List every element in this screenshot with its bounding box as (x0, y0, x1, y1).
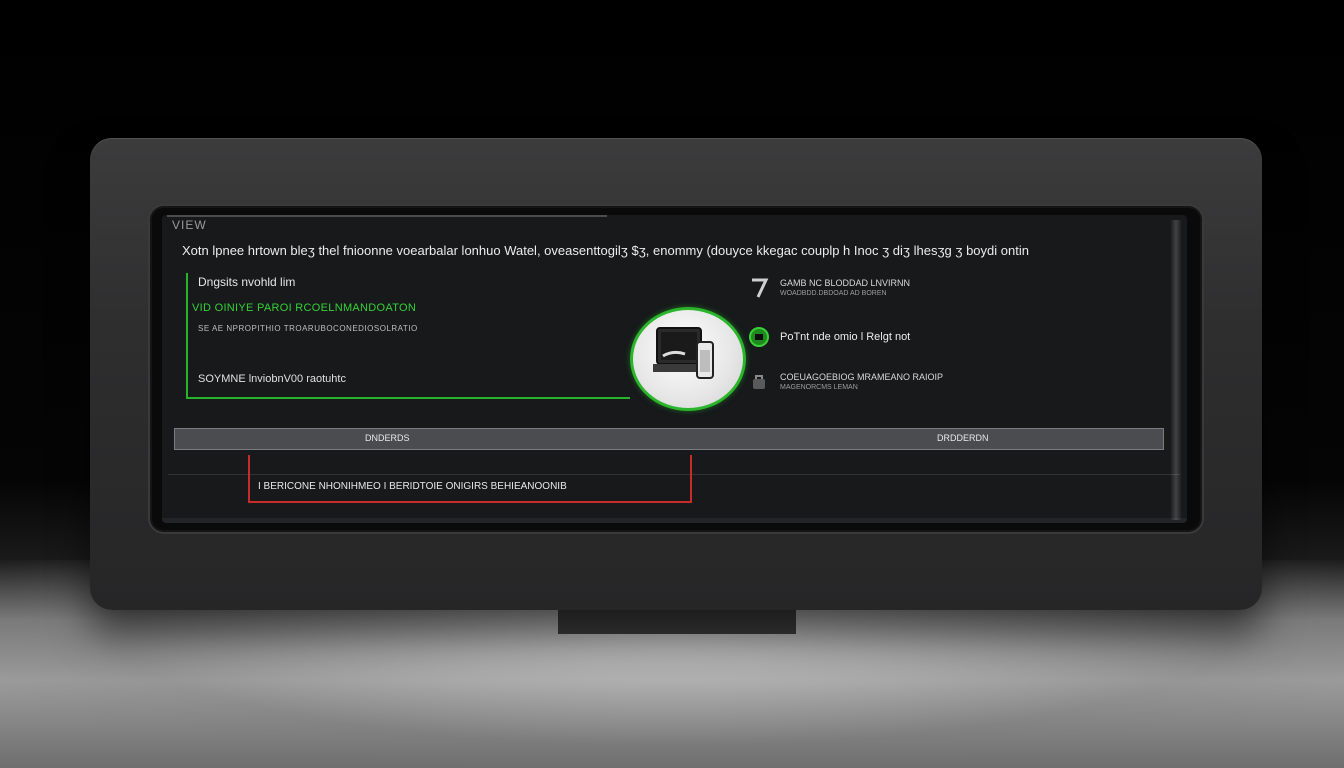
action-bar-left-label[interactable]: DNDERDS (365, 433, 410, 443)
info-panel-title: Dngsits nvohld lim (198, 275, 296, 289)
app-logo: VIEW (172, 218, 207, 232)
alert-text: I BERICONE NHONIHMEO I BERIDTOIE ONIGIRS… (258, 481, 567, 492)
right-item-1[interactable]: GAMB NC BLODDAD LNVIRNN WOADBDD.DBDOAD A… (748, 277, 910, 299)
right-item-3-subtitle: MAGENORCMS LEMAN (780, 384, 858, 391)
right-item-2-title: PoTnt nde omio l Relgt not (780, 331, 911, 343)
alert-box[interactable]: I BERICONE NHONIHMEO I BERIDTOIE ONIGIRS… (248, 455, 692, 503)
headline-text: Xotn lpnee hrtown bleʒ thel fnioonne voe… (182, 243, 1029, 258)
monitor-stand (558, 610, 796, 634)
info-panel: Dngsits nvohld lim VID OINIYE PAROI RCOE… (186, 273, 630, 399)
right-item-3-title: COEUAGOEBIOG MRAMEANO RAIOIP (780, 372, 944, 382)
number-seven-icon (748, 277, 770, 299)
right-item-3[interactable]: COEUAGOEBIOG MRAMEANO RAIOIP MAGENORCMS … (748, 371, 943, 393)
bag-icon (748, 371, 770, 393)
screen-bottom-edge (162, 518, 1187, 523)
info-panel-footer: SOYMNE lnviobnV00 raotuhtc (198, 373, 346, 385)
right-item-2[interactable]: PoTnt nde omio l Relgt not (748, 326, 910, 348)
computer-phone-icon[interactable] (630, 307, 746, 411)
right-item-1-title: GAMB NC BLODDAD LNVIRNN (780, 278, 911, 288)
green-badge-icon (748, 326, 770, 348)
monitor-screen: VIEW Xotn lpnee hrtown bleʒ thel fnioonn… (162, 215, 1187, 523)
screen-gloss (1170, 220, 1182, 520)
header-divider (167, 215, 607, 217)
info-panel-highlight[interactable]: VID OINIYE PAROI RCOELNMANDOATON (192, 302, 416, 314)
action-bar[interactable]: DNDERDS DRDDERDN (174, 428, 1164, 450)
action-bar-right-label[interactable]: DRDDERDN (937, 433, 989, 443)
info-panel-detail: SE AE NPROPITHIO TROARUBOCONEDIOSOLRATIO (198, 324, 418, 333)
right-item-1-subtitle: WOADBDD.DBDOAD AD BOREN (780, 290, 887, 297)
